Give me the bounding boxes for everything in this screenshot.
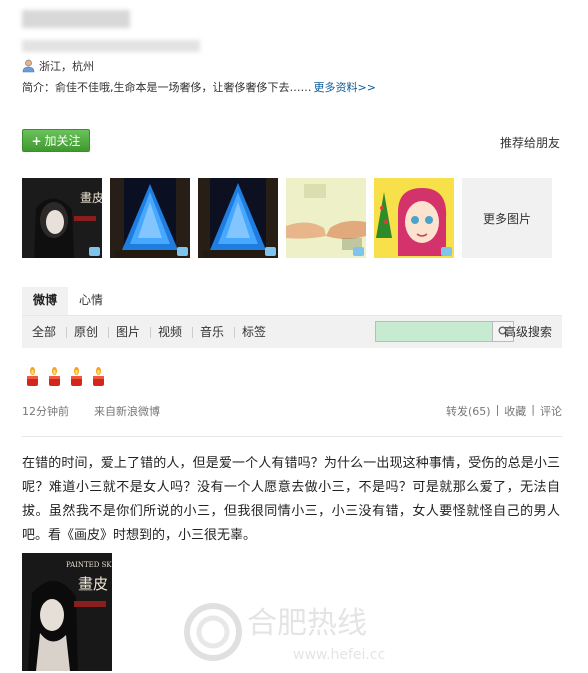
divider <box>234 327 235 338</box>
tab-mood[interactable]: 心情 <box>76 287 106 315</box>
advanced-search-link[interactable]: 高级搜索 <box>504 316 552 348</box>
painted-skin-poster-image: PAINTED SKIN 畫皮 <box>22 553 112 671</box>
post-image-char: 畫皮 <box>78 575 108 593</box>
filter-music[interactable]: 音乐 <box>200 316 224 348</box>
watermark-text: 合肥热线 <box>247 606 367 641</box>
holding-hands-image <box>286 178 366 258</box>
gallery-thumb[interactable] <box>286 178 366 258</box>
gallery-thumb[interactable] <box>198 178 278 258</box>
candle-icon <box>27 367 38 386</box>
post-content: 在错的时间，爱上了错的人，但是爱一个人有错吗？为什么一出现这种事情，受伤的总是小… <box>22 456 560 543</box>
more-pictures-link[interactable]: 更多图片 <box>462 178 552 258</box>
follow-label: 加关注 <box>44 134 81 148</box>
gallery-thumb[interactable] <box>374 178 454 258</box>
intro-label: 简介： <box>22 81 55 94</box>
filter-tags[interactable]: 标签 <box>242 316 266 348</box>
repost-link[interactable]: 转发(65) <box>446 403 491 419</box>
divider <box>192 327 193 338</box>
filter-all[interactable]: 全部 <box>32 316 56 348</box>
post-image-title: PAINTED SKIN <box>66 561 112 569</box>
candle-icon <box>49 367 60 386</box>
candle-icon <box>93 367 104 386</box>
divider <box>22 436 562 437</box>
hefei-watermark-logo: 合肥热线 www.hefei.cc <box>184 603 385 663</box>
filter-videos[interactable]: 视频 <box>158 316 182 348</box>
profile-intro: 简介：俞佳不佳哦,生命本是一场奢侈，让奢侈奢侈下去…… 更多资料>> <box>22 79 376 95</box>
watermark-url: www.hefei.cc <box>293 647 385 663</box>
post-actions: 转发(65) | 收藏 | 评论 <box>446 403 562 419</box>
location-text: 浙江，杭州 <box>39 60 94 73</box>
comment-bubble-icon <box>441 247 452 256</box>
blurred-profile-url <box>22 40 200 52</box>
painted-skin-poster-image: 畫皮 <box>22 178 102 258</box>
feed-tabs: 微博 心情 <box>22 287 562 316</box>
filter-bar: 全部 原创 图片 视频 音乐 标签 高级搜索 <box>22 316 562 348</box>
filter-pictures[interactable]: 图片 <box>116 316 140 348</box>
post-source[interactable]: 来自新浪微博 <box>94 403 160 419</box>
post-image[interactable]: PAINTED SKIN 畫皮 <box>22 553 112 671</box>
intro-text: 俞佳不佳哦,生命本是一场奢侈，让奢侈奢侈下去…… <box>55 81 312 94</box>
candle-icon <box>71 367 82 386</box>
comment-bubble-icon <box>89 247 100 256</box>
divider <box>150 327 151 338</box>
cartoon-girl-image <box>374 178 454 258</box>
user-icon <box>22 59 35 73</box>
tab-weibo[interactable]: 微博 <box>22 287 68 315</box>
follow-button[interactable]: + 加关注 <box>22 129 90 152</box>
christmas-tree-night-image <box>198 178 278 258</box>
gallery-thumb[interactable] <box>110 178 190 258</box>
comment-bubble-icon <box>353 247 364 256</box>
more-info-link[interactable]: 更多资料>> <box>314 81 376 94</box>
gallery-thumb[interactable]: 畫皮 <box>22 178 102 258</box>
divider <box>108 327 109 338</box>
comment-link[interactable]: 评论 <box>540 403 562 419</box>
search-input[interactable] <box>375 321 493 342</box>
post-time[interactable]: 12分钟前 <box>22 403 69 419</box>
candle-emoticons <box>24 367 107 387</box>
comment-bubble-icon <box>177 247 188 256</box>
recommend-button[interactable]: 推荐给朋友 <box>500 134 560 151</box>
separator: | <box>531 403 535 416</box>
comment-bubble-icon <box>265 247 276 256</box>
location: 浙江，杭州 <box>22 58 94 74</box>
thumb-title: 畫皮 <box>80 190 102 205</box>
divider <box>66 327 67 338</box>
plus-icon: + <box>31 133 42 148</box>
christmas-tree-night-image <box>110 178 190 258</box>
blurred-username <box>22 10 130 28</box>
filter-original[interactable]: 原创 <box>74 316 98 348</box>
favorite-link[interactable]: 收藏 <box>504 403 526 419</box>
separator: | <box>495 403 500 416</box>
